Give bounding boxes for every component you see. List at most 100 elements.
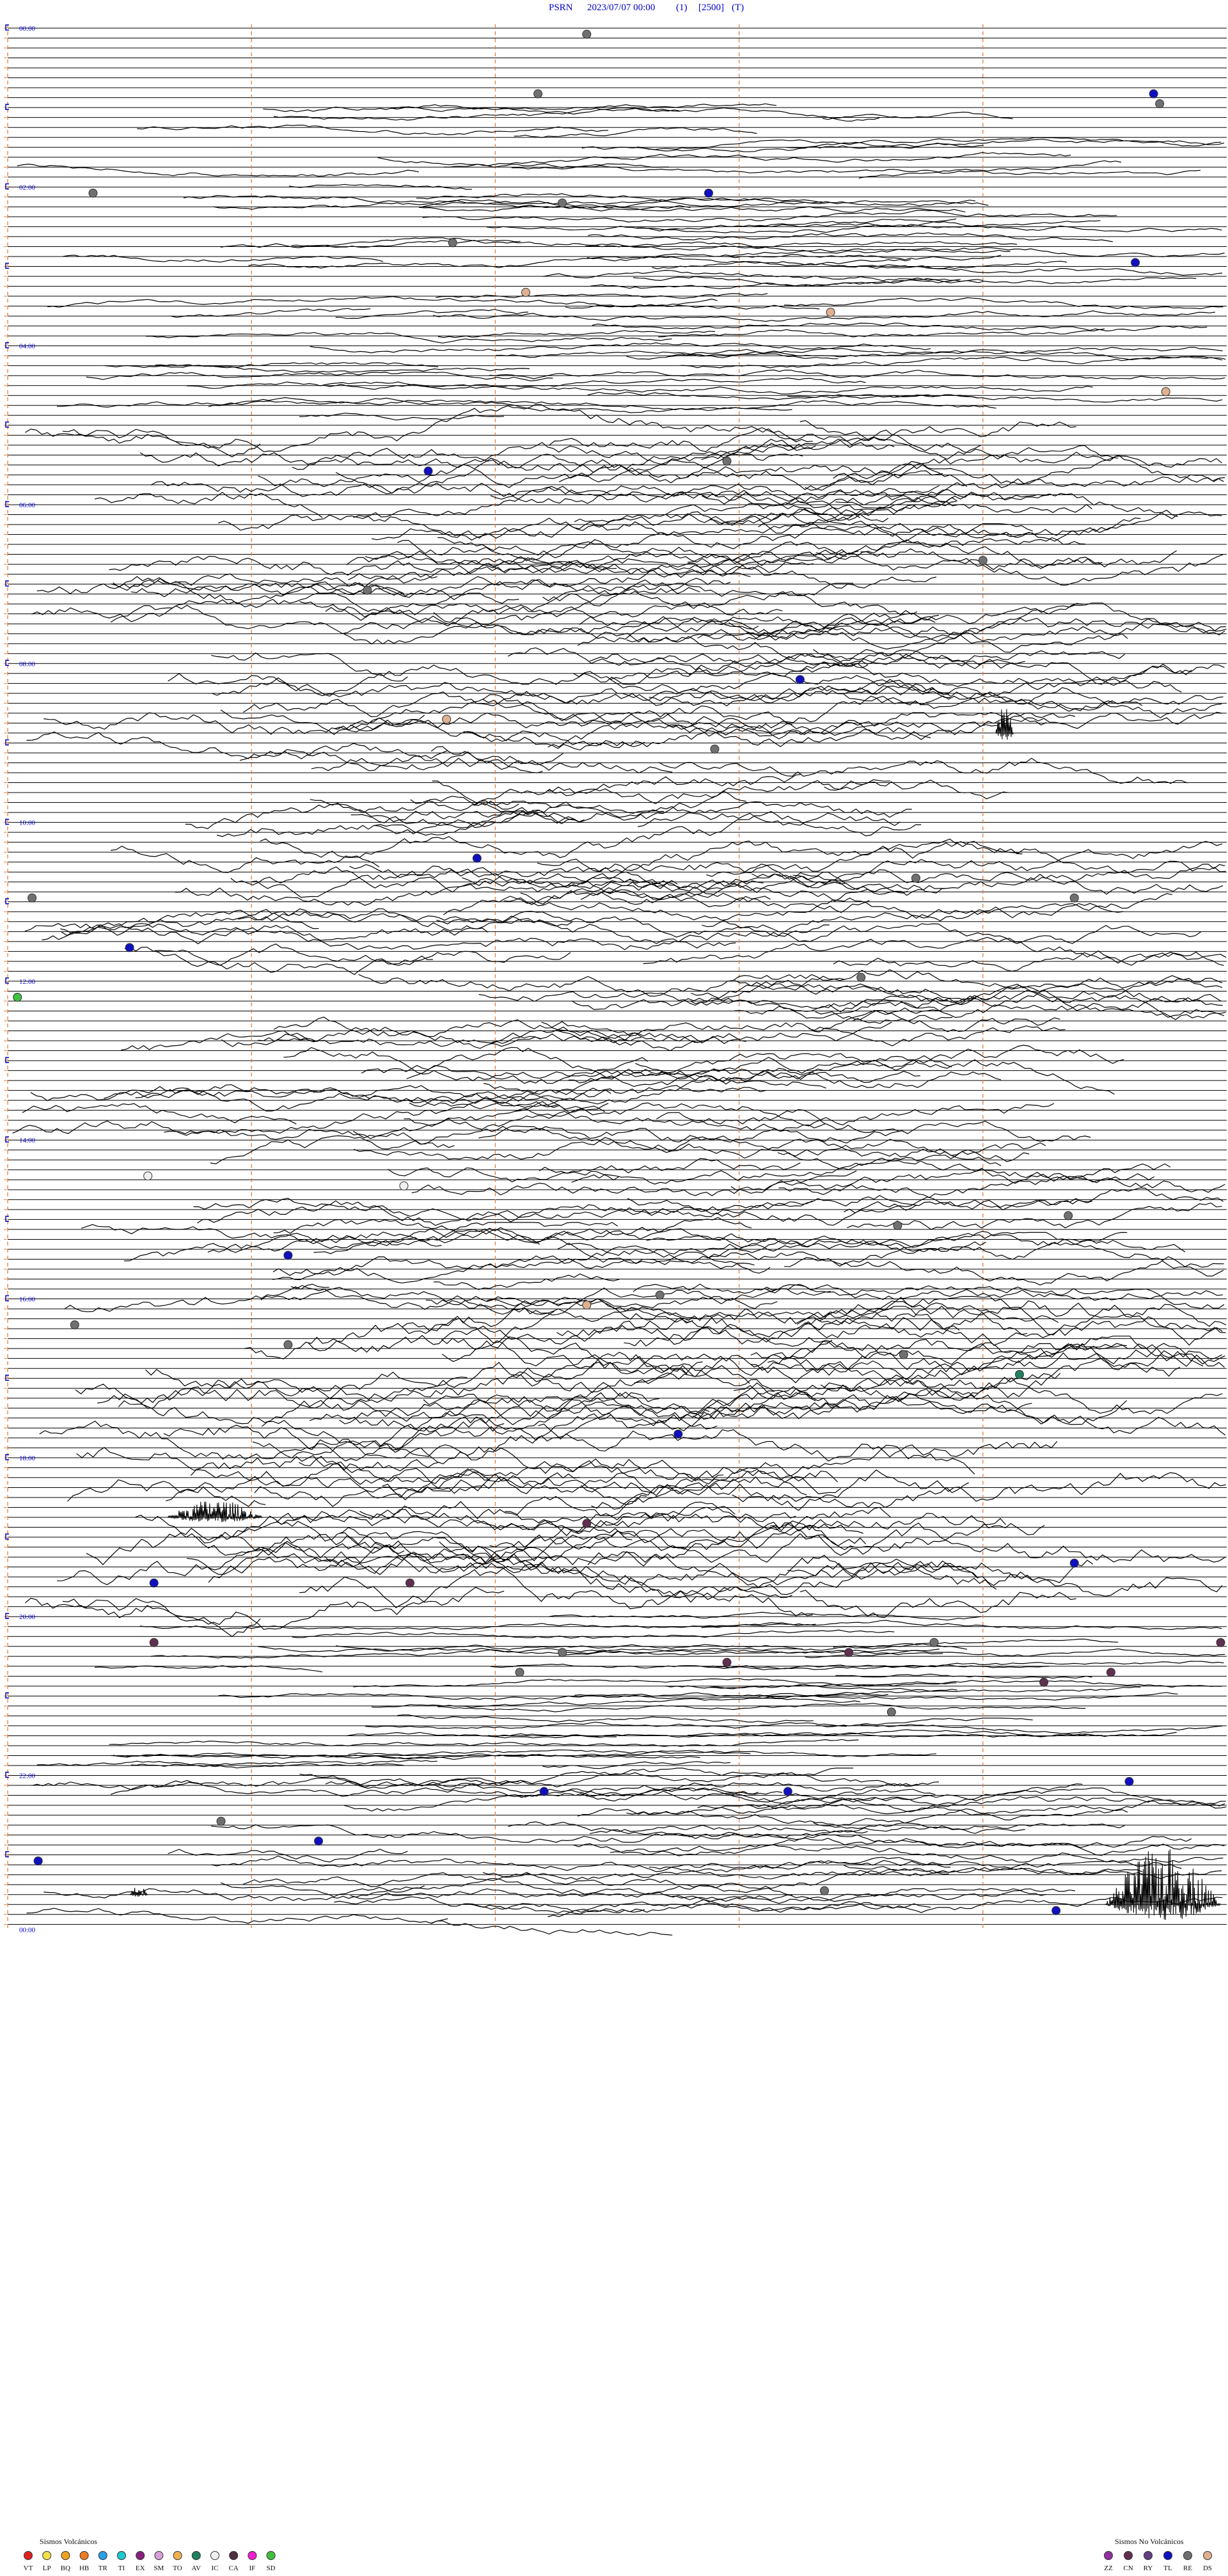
seismic-trace-segment: [751, 1345, 1181, 1386]
seismic-trace-segment: [626, 613, 1128, 643]
seismic-trace-segment: [430, 746, 673, 773]
legend-swatch-vt: [24, 2551, 33, 2560]
seismic-trace-segment: [346, 1732, 617, 1738]
hour-label: 02:00: [19, 184, 36, 191]
legend-code-lp: LP: [43, 2564, 51, 2572]
seismic-trace-segment: [707, 1231, 1224, 1268]
seismic-trace-segment: [489, 1522, 1225, 1563]
event-mark-tl: [1051, 1906, 1061, 1915]
seismic-burst: [166, 1501, 264, 1522]
legend-swatch-sm: [154, 2551, 164, 2560]
event-mark-re: [1069, 893, 1079, 903]
event-mark-cn: [1039, 1677, 1049, 1687]
seismic-trace-segment: [777, 1142, 1046, 1169]
seismic-trace-segment: [833, 1638, 1119, 1650]
seismic-trace-segment: [97, 1379, 840, 1424]
event-mark-re: [363, 585, 372, 595]
hour-label: 06:00: [19, 502, 36, 509]
event-mark-tl: [673, 1429, 683, 1439]
legend-code-zz: ZZ: [1104, 2564, 1113, 2572]
seismic-trace-segment: [211, 1855, 951, 1872]
seismic-trace-segment: [243, 1867, 949, 1888]
seismic-trace-segment: [851, 1017, 1060, 1032]
seismic-trace-segment: [728, 612, 936, 636]
seismic-trace-segment: [571, 979, 1222, 1011]
event-mark-tl: [472, 853, 482, 863]
seismic-trace-segment: [665, 509, 1141, 539]
seismic-trace-segment: [610, 652, 1225, 685]
legend-swatch-to: [173, 2551, 182, 2560]
seismic-trace-segment: [541, 1009, 953, 1043]
seismic-trace-segment: [64, 1283, 329, 1313]
seismic-trace-segment: [437, 523, 1086, 558]
seismic-trace-segment: [145, 1368, 688, 1402]
event-mark-cn: [582, 1519, 592, 1528]
seismic-trace-segment: [490, 474, 1224, 505]
hour-label: 20:00: [19, 1613, 36, 1621]
seismic-trace-segment: [437, 330, 716, 338]
event-marks: [13, 29, 1225, 1915]
seismic-trace-segment: [26, 731, 448, 759]
header-gain: [2500]: [698, 3, 724, 13]
seismic-trace-segment: [299, 601, 940, 635]
event-mark-re: [448, 238, 457, 248]
seismic-trace-segment: [542, 269, 984, 282]
event-mark-av: [1014, 1370, 1024, 1379]
seismic-trace-segment: [109, 549, 859, 578]
seismic-trace-segment: [813, 649, 1125, 663]
event-mark-tl: [539, 1787, 549, 1796]
legend-code-av: AV: [192, 2564, 201, 2572]
legend-swatch-ic: [210, 2551, 219, 2560]
seismic-trace-segment: [591, 1476, 807, 1510]
legend-swatch-ds: [1203, 2551, 1212, 2560]
event-mark-re: [710, 744, 720, 754]
seismic-trace-segment: [150, 454, 943, 493]
seismic-trace-segment: [26, 1908, 448, 1924]
seismic-trace-segment: [324, 1551, 1094, 1595]
event-mark-cn: [149, 1638, 159, 1647]
seismic-trace-segment: [67, 1479, 266, 1507]
seismic-trace-segment: [702, 489, 1050, 510]
seismic-trace-segment: [325, 583, 918, 618]
seismic-trace-segment: [216, 811, 576, 837]
hour-labels: 00:00 02:00 04:00 06:00 08:00 10:00 12:00 14:00…: [5, 24, 36, 1934]
seismic-trace-segment: [310, 345, 583, 354]
event-mark-tl: [783, 1787, 792, 1796]
event-mark-re: [856, 972, 866, 982]
seismic-trace-segment: [433, 1273, 620, 1290]
event-mark-re: [216, 1817, 226, 1826]
event-mark-re: [899, 1350, 908, 1359]
trace-baselines: [4, 28, 1227, 1925]
seismic-trace-segment: [487, 1287, 778, 1309]
legend-code-if: IF: [249, 2564, 256, 2572]
legend-nonvolcanic-title: Sismos No Volcánicos: [1115, 2537, 1184, 2546]
event-mark-sd: [13, 992, 22, 1002]
event-mark-ds: [582, 1300, 592, 1310]
event-mark-tl: [125, 943, 134, 952]
legend-code-vt: VT: [24, 2564, 33, 2572]
seismic-trace-segment: [25, 404, 813, 452]
seismic-trace-segment: [130, 572, 437, 597]
seismic-trace-segment: [163, 1413, 718, 1464]
seismic-trace-segment: [431, 1920, 673, 1936]
legend-volcanic: Sismos Volcánicos VT LP BQ HB TR TI EX SM TO AV IC…: [24, 2537, 276, 2572]
seismic-trace-segment: [505, 1506, 736, 1537]
seismic-trace-segment: [299, 1773, 940, 1794]
seismic-trace-segment: [239, 751, 543, 773]
event-mark-ds: [442, 715, 452, 724]
legend-nonvolcanic: Sismos No Volcánicos ZZ CN RY TL RE DS: [1104, 2537, 1212, 2572]
seismic-trace-segment: [583, 342, 931, 351]
seismic-trace-segment: [822, 111, 1013, 120]
seismic-trace-segment: [520, 881, 870, 913]
seismic-trace-segment: [588, 232, 1113, 242]
hour-label: 18:00: [19, 1455, 36, 1462]
legend-code-hb: HB: [79, 2564, 89, 2572]
event-mark-re: [1155, 99, 1165, 109]
seismic-trace-segment: [411, 1170, 857, 1197]
legend-swatch-ca: [229, 2551, 239, 2560]
event-mark-ic: [143, 1171, 153, 1181]
hour-label: 16:00: [19, 1296, 36, 1304]
seismic-trace-segment: [558, 454, 803, 482]
seismic-trace-segment: [377, 152, 1071, 166]
seismic-trace-segment: [799, 1590, 1076, 1618]
